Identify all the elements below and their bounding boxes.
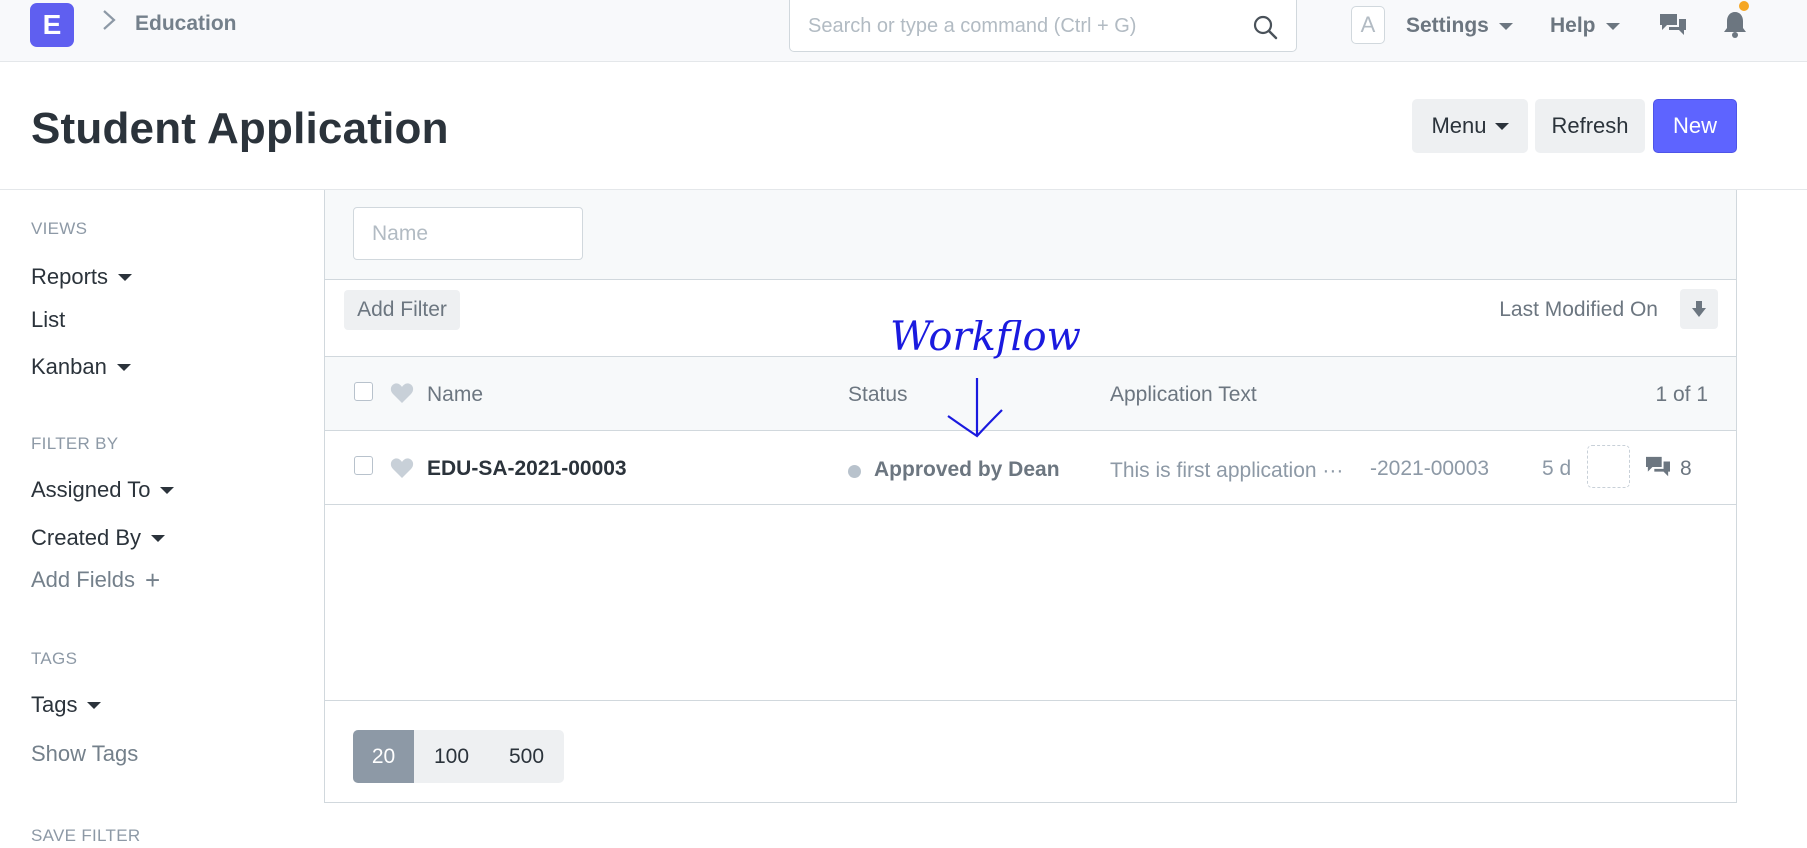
caret-down-icon [87, 701, 102, 709]
annotation-arrow-head [947, 409, 1003, 438]
help-label: Help [1550, 14, 1596, 37]
caret-down-icon [1494, 122, 1509, 130]
row-checkbox[interactable] [354, 456, 373, 475]
column-header-application-text[interactable]: Application Text [1110, 383, 1257, 407]
search-input[interactable] [808, 10, 1228, 42]
save-filter-heading: SAVE FILTER [31, 826, 141, 845]
list-empty-area [325, 505, 1736, 701]
sort-selector[interactable]: Last Modified On [1499, 298, 1658, 322]
tags-heading: TAGS [31, 649, 78, 668]
page-size-100-button[interactable]: 100 [414, 730, 489, 783]
list-view: Add Filter Last Modified On Name Status … [324, 190, 1737, 803]
sidebar-item-reports[interactable]: Reports [31, 264, 133, 290]
menu-label: Menu [1431, 113, 1487, 138]
add-fields-button[interactable]: Add Fields + [31, 567, 160, 593]
notification-dot [1739, 1, 1749, 11]
sidebar-item-tags[interactable]: Tags [31, 692, 102, 718]
search-icon[interactable] [1252, 14, 1278, 40]
sidebar-item-label: List [31, 307, 66, 332]
comment-icon [1646, 456, 1670, 477]
plus-icon: + [144, 565, 161, 595]
comment-count: 8 [1680, 457, 1692, 480]
chat-icon[interactable] [1658, 12, 1688, 38]
menu-button[interactable]: Menu [1412, 99, 1528, 153]
sidebar-item-assigned-to[interactable]: Assigned To [31, 477, 175, 503]
sidebar-item-kanban[interactable]: Kanban [31, 354, 131, 380]
row-id-cell: -2021-00003 [1370, 457, 1490, 480]
search-bar [789, 0, 1297, 52]
sidebar-item-label: Kanban [31, 354, 107, 379]
sidebar-item-label: Show Tags [31, 741, 139, 766]
add-filter-button[interactable]: Add Filter [344, 290, 460, 330]
new-button[interactable]: New [1653, 99, 1737, 153]
sidebar-item-label: Created By [31, 525, 142, 550]
status-badge[interactable]: Approved by Dean [874, 458, 1060, 482]
app-logo[interactable]: E [30, 3, 74, 47]
caret-down-icon [1498, 22, 1513, 30]
sidebar-item-created-by[interactable]: Created By [31, 525, 166, 551]
help-dropdown[interactable]: Help [1550, 14, 1620, 38]
sidebar-item-label: Add Fields [31, 567, 135, 592]
settings-dropdown[interactable]: Settings [1406, 14, 1513, 38]
heart-icon[interactable] [390, 382, 414, 404]
caret-down-icon [118, 273, 133, 281]
settings-label: Settings [1406, 14, 1489, 37]
breadcrumb-education[interactable]: Education [135, 12, 237, 36]
select-all-checkbox[interactable] [354, 382, 373, 401]
page-size-500-button[interactable]: 500 [489, 730, 564, 783]
workflow-annotation: Workflow [890, 320, 1081, 438]
standard-filter-area [325, 190, 1736, 280]
modified-time: 5 d [1542, 457, 1572, 480]
sidebar-item-label: Tags [31, 692, 78, 717]
table-row[interactable]: EDU-SA-2021-00003 Approved by Dean This … [325, 431, 1736, 505]
annotation-text: Workflow [890, 320, 1081, 360]
page-length-selector: 20 100 500 [353, 730, 564, 783]
caret-down-icon [151, 534, 166, 542]
show-tags-button[interactable]: Show Tags [31, 741, 138, 767]
sidebar-item-list[interactable]: List [31, 307, 65, 333]
views-heading: VIEWS [31, 219, 88, 238]
status-indicator-icon [848, 465, 861, 478]
assignee-avatar-placeholder [1587, 445, 1630, 488]
navbar: E Education A Settings Help [0, 0, 1807, 62]
chevron-right-icon [103, 10, 116, 30]
sidebar-item-label: Assigned To [31, 477, 151, 502]
user-avatar[interactable]: A [1351, 6, 1385, 44]
sort-order-button[interactable] [1680, 289, 1718, 329]
refresh-button[interactable]: Refresh [1535, 99, 1645, 153]
filter-by-heading: FILTER BY [31, 434, 119, 453]
sidebar-item-label: Reports [31, 264, 109, 289]
bell-icon[interactable] [1722, 10, 1748, 38]
column-header-name[interactable]: Name [427, 383, 483, 407]
heart-icon[interactable] [390, 457, 414, 479]
arrow-down-icon [1692, 301, 1706, 317]
record-count: 1 of 1 [1655, 383, 1708, 406]
name-filter-input[interactable] [353, 207, 583, 260]
caret-down-icon [1605, 22, 1620, 30]
caret-down-icon [160, 486, 175, 494]
page-title: Student Application [31, 104, 449, 153]
application-text-cell: This is first application ··· [1110, 459, 1344, 482]
page-size-20-button[interactable]: 20 [353, 730, 414, 783]
caret-down-icon [116, 363, 131, 371]
row-name-link[interactable]: EDU-SA-2021-00003 [427, 457, 627, 481]
